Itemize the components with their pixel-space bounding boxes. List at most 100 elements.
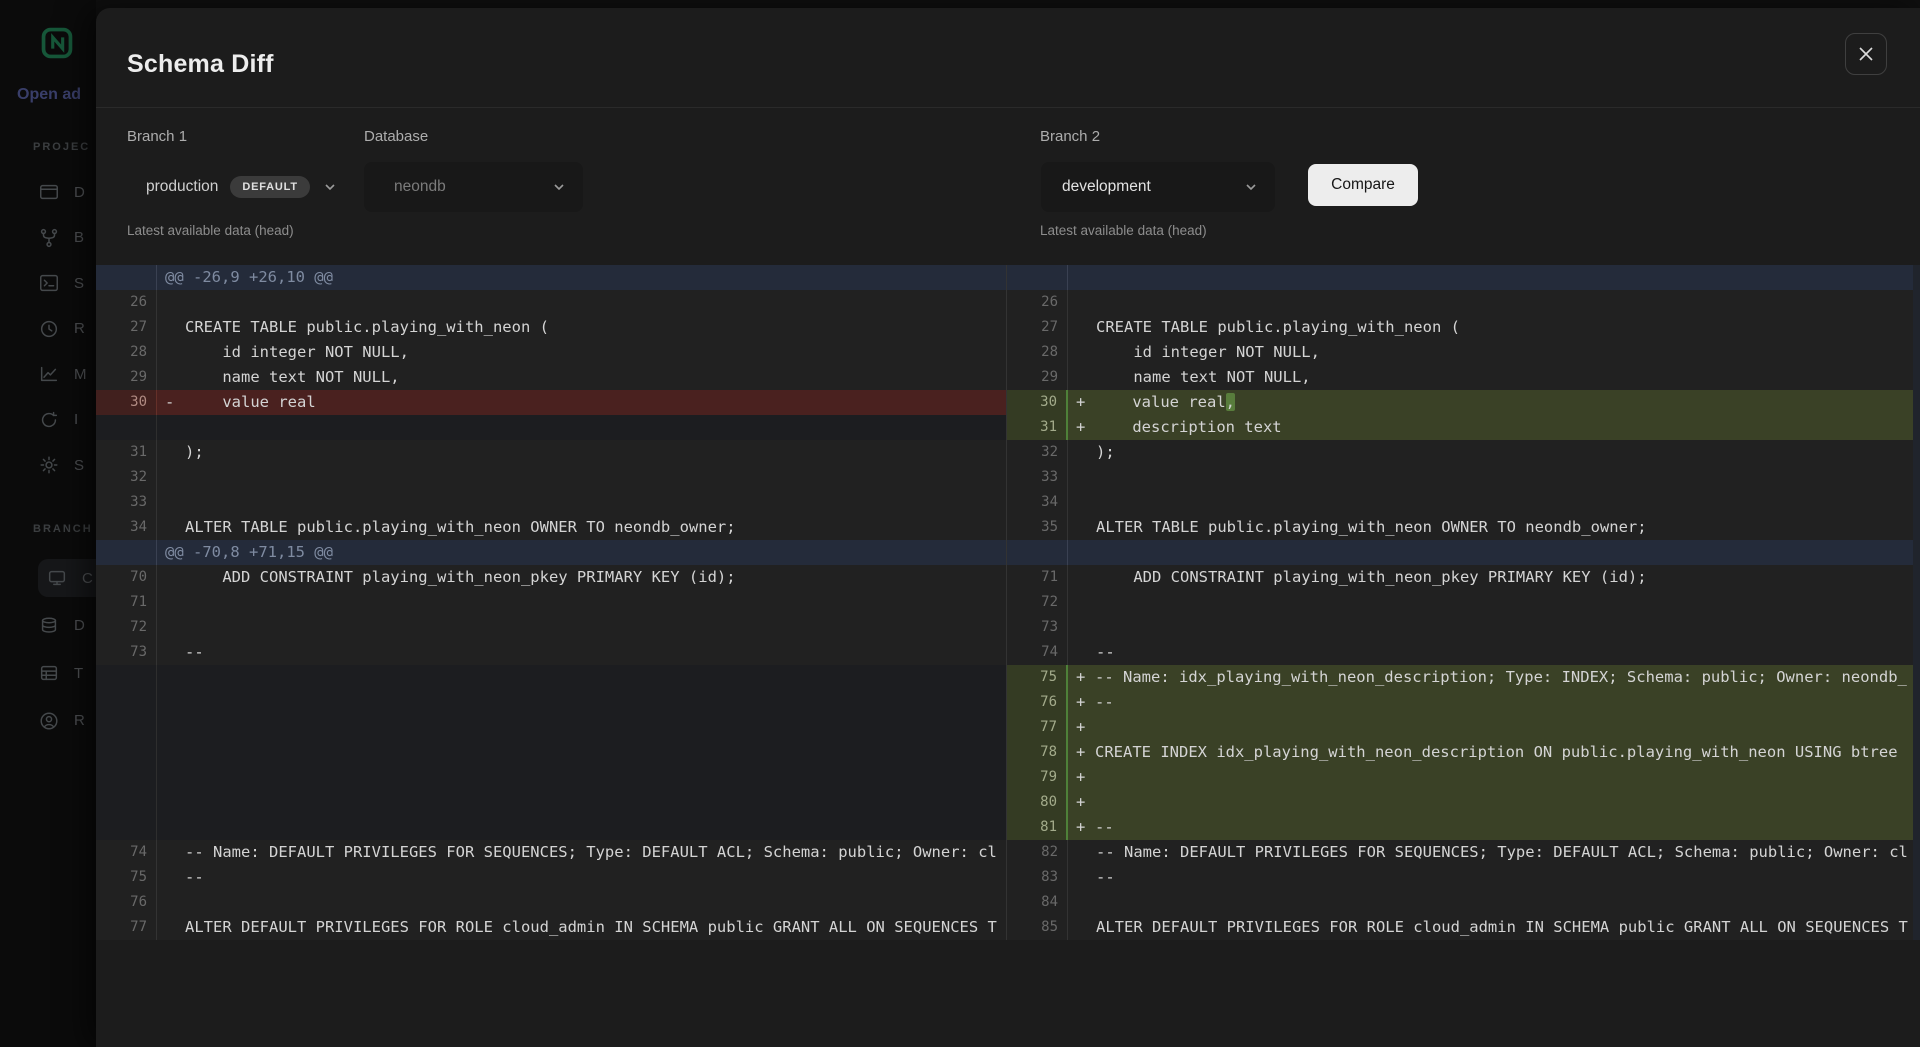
code-line <box>157 615 1006 640</box>
diff-pane-branch1: @@ -26,9 +26,10 @@2627CREATE TABLE publi… <box>96 265 1007 940</box>
line-number: 76 <box>1007 690 1068 715</box>
diff-row-right-32: 32); <box>1007 440 1920 465</box>
line-number: 75 <box>1007 665 1068 690</box>
diff-row-right-35: 35ALTER TABLE public.playing_with_neon O… <box>1007 515 1920 540</box>
sql-editor-icon <box>38 272 60 294</box>
database-icon <box>38 615 60 637</box>
sidebar-item-sync[interactable]: I <box>38 401 96 439</box>
diff-row-right-77: 77+ <box>1007 715 1920 740</box>
line-number: 85 <box>1007 915 1068 940</box>
chevron-down-icon <box>551 179 567 195</box>
line-number: 32 <box>96 465 157 490</box>
branch1-value: production <box>146 178 218 196</box>
diff-row-right-33: 33 <box>1007 465 1920 490</box>
code-line: ); <box>1068 440 1920 465</box>
line-number: 79 <box>1007 765 1068 790</box>
line-number: 71 <box>96 590 157 615</box>
diff-row-left-72: 72 <box>96 615 1006 640</box>
diff-row-left-hunk: @@ -70,8 +71,15 @@ <box>96 540 1006 565</box>
code-line: -- <box>157 865 1006 890</box>
diff-row-left-33: 33 <box>96 490 1006 515</box>
code-line: id integer NOT NULL, <box>1068 340 1920 365</box>
diff-row-left-71: 71 <box>96 590 1006 615</box>
line-number: 28 <box>1007 340 1068 365</box>
line-number: 31 <box>96 440 157 465</box>
code-line: -- Name: DEFAULT PRIVILEGES FOR SEQUENCE… <box>157 840 1006 865</box>
diff-scrollbar[interactable] <box>1913 265 1920 940</box>
line-number: 35 <box>1007 515 1068 540</box>
database-select[interactable]: neondb <box>364 162 583 212</box>
close-button[interactable] <box>1845 33 1887 75</box>
sidebar-item-restore[interactable]: R <box>38 310 96 348</box>
code-line: name text NOT NULL, <box>157 365 1006 390</box>
sidebar-item-table[interactable]: T <box>38 654 96 692</box>
sidebar-item-computer[interactable]: C <box>38 559 96 597</box>
diff-row-right-31: 31+ description text <box>1007 415 1920 440</box>
code-line <box>1068 540 1920 565</box>
char-diff-highlight: , <box>1226 393 1235 411</box>
line-number: 74 <box>96 840 157 865</box>
line-number: 26 <box>96 290 157 315</box>
diff-row-right-76: 76+-- <box>1007 690 1920 715</box>
sidebar-item-user[interactable]: R <box>38 702 96 740</box>
open-admin-link[interactable]: Open ad <box>17 86 96 104</box>
line-number: 74 <box>1007 640 1068 665</box>
line-number: 72 <box>1007 590 1068 615</box>
close-icon <box>1857 45 1875 63</box>
diff-row-right-85: 85ALTER DEFAULT PRIVILEGES FOR ROLE clou… <box>1007 915 1920 940</box>
sidebar-item-label: I <box>74 411 78 428</box>
diff-row-left-spacer <box>96 815 1006 840</box>
sidebar-item-monitoring[interactable]: M <box>38 355 96 393</box>
diff-row-right-72: 72 <box>1007 590 1920 615</box>
line-number: 30 <box>1007 390 1068 415</box>
diff-row-left-spacer <box>96 740 1006 765</box>
diff-row-left-74: 74-- Name: DEFAULT PRIVILEGES FOR SEQUEN… <box>96 840 1006 865</box>
code-line: + <box>1068 765 1920 790</box>
diff-row-left-32: 32 <box>96 465 1006 490</box>
code-line <box>157 665 1006 690</box>
line-number: 80 <box>1007 790 1068 815</box>
sidebar-section-project: PROJEC <box>33 141 90 153</box>
line-number: 75 <box>96 865 157 890</box>
chevron-down-icon <box>322 179 338 195</box>
code-line <box>157 290 1006 315</box>
code-line: ALTER TABLE public.playing_with_neon OWN… <box>157 515 1006 540</box>
sidebar-item-label: T <box>74 665 83 682</box>
sidebar-item-database[interactable]: D <box>38 607 96 645</box>
addition-marker: + <box>1076 790 1085 815</box>
sidebar-item-label: D <box>74 184 85 201</box>
branch1-label: Branch 1 <box>127 128 187 145</box>
diff-row-right-84: 84 <box>1007 890 1920 915</box>
diff-row-right-hunkblank <box>1007 265 1920 290</box>
sidebar-item-gear[interactable]: S <box>38 446 96 484</box>
code-line <box>157 815 1006 840</box>
neon-logo-icon[interactable] <box>40 26 74 60</box>
sidebar-item-label: M <box>74 366 87 383</box>
branch1-select[interactable]: production DEFAULT <box>127 162 353 212</box>
sidebar-item-dashboard[interactable]: D <box>38 173 96 211</box>
sidebar-item-sql-editor[interactable]: S <box>38 264 96 302</box>
monitoring-icon <box>38 363 60 385</box>
line-number: 70 <box>96 565 157 590</box>
line-number: 27 <box>1007 315 1068 340</box>
line-number <box>96 665 157 690</box>
code-line: ADD CONSTRAINT playing_with_neon_pkey PR… <box>157 565 1006 590</box>
gear-icon <box>38 454 60 476</box>
hunk-header: @@ -70,8 +71,15 @@ <box>157 540 1006 565</box>
compare-button[interactable]: Compare <box>1308 164 1418 206</box>
diff-row-left-28: 28 id integer NOT NULL, <box>96 340 1006 365</box>
line-number: 33 <box>96 490 157 515</box>
line-number: 34 <box>96 515 157 540</box>
line-number: 71 <box>1007 565 1068 590</box>
line-number <box>96 690 157 715</box>
code-line: ALTER TABLE public.playing_with_neon OWN… <box>1068 515 1920 540</box>
sidebar-item-label: S <box>74 457 84 474</box>
addition-marker: + <box>1076 740 1085 765</box>
line-number: 32 <box>1007 440 1068 465</box>
diff-row-left-spacer <box>96 690 1006 715</box>
sidebar-item-branch[interactable]: B <box>38 219 96 257</box>
line-number: 26 <box>1007 290 1068 315</box>
branch2-select[interactable]: development <box>1041 162 1275 212</box>
table-icon <box>38 662 60 684</box>
line-number: 78 <box>1007 740 1068 765</box>
